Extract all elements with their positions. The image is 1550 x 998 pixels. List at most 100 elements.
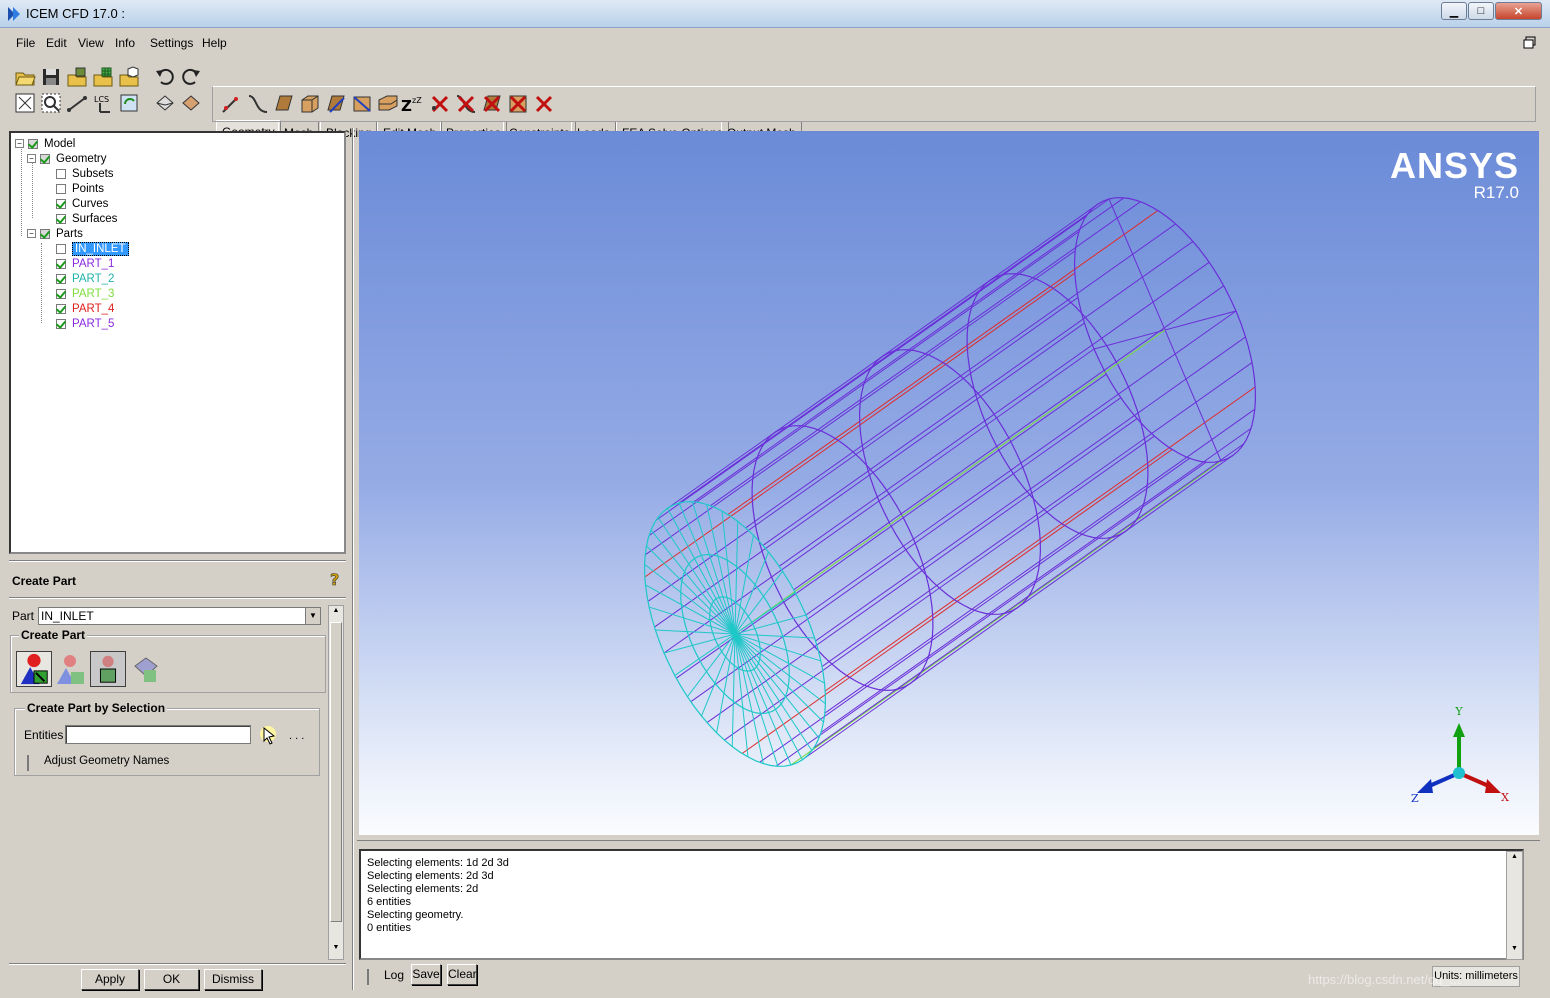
part-checkbox[interactable] [56, 243, 66, 254]
tree-item-part[interactable]: IN_INLET [56, 241, 129, 256]
create-part-by-selection-icon[interactable] [16, 651, 52, 687]
scroll-up-icon[interactable]: ▲ [330, 607, 342, 619]
geometry-checkbox[interactable] [40, 153, 50, 164]
tree-item-part[interactable]: PART_3 [56, 286, 114, 301]
collapse-icon[interactable]: − [27, 229, 36, 238]
collapse-icon[interactable]: − [15, 139, 24, 148]
create-midsurface-icon[interactable] [376, 92, 400, 116]
tree-item-part[interactable]: PART_1 [56, 256, 114, 271]
tree-item-parts[interactable]: − Parts [27, 226, 83, 241]
points-checkbox[interactable] [56, 183, 66, 194]
tree-item-geometry[interactable]: − Geometry [27, 151, 107, 166]
maximize-button[interactable]: □ [1468, 2, 1494, 20]
axis-y-label: Y [1454, 705, 1463, 718]
open-mesh-icon[interactable] [92, 66, 114, 88]
console-scrollbar[interactable]: ▲ ▼ [1506, 851, 1523, 960]
part-checkbox[interactable] [56, 303, 66, 314]
open-blocking-icon[interactable] [118, 66, 140, 88]
restore-dormant-icon[interactable]: ZzZ [400, 92, 424, 116]
create-point-icon[interactable] [220, 92, 244, 116]
clear-log-button[interactable]: Clear [447, 964, 477, 985]
menu-info[interactable]: Info [115, 36, 135, 50]
tree-item-part[interactable]: PART_4 [56, 301, 114, 316]
inlet-spoke [721, 510, 736, 635]
tree-label: Points [72, 182, 104, 195]
open-geometry-icon[interactable] [66, 66, 88, 88]
log-checkbox[interactable] [367, 969, 369, 985]
display-shaded-icon[interactable] [154, 92, 176, 114]
repair-refresh-icon[interactable] [118, 92, 140, 114]
delete-point-icon[interactable] [428, 92, 452, 116]
subsets-checkbox[interactable] [56, 168, 66, 179]
menu-file[interactable]: File [16, 36, 35, 50]
graphics-viewport[interactable]: ANSYS R17.0 Y X Z [359, 131, 1539, 835]
display-solid-icon[interactable] [180, 92, 202, 114]
minimize-button[interactable]: ▁ [1441, 2, 1467, 20]
model-tree: − Model − Geometry Subsets Points Curves S… [9, 131, 346, 554]
console-line: Selecting elements: 2d [367, 883, 479, 895]
tree-item-surfaces[interactable]: Surfaces [56, 211, 117, 226]
undo-icon[interactable] [154, 66, 176, 88]
part-checkbox[interactable] [56, 273, 66, 284]
create-part-by-entity-icon[interactable] [90, 651, 126, 687]
save-log-button[interactable]: Save [411, 964, 441, 985]
dismiss-button[interactable]: Dismiss [204, 969, 262, 990]
part-checkbox[interactable] [56, 258, 66, 269]
save-icon[interactable] [40, 66, 62, 88]
apply-button[interactable]: Apply [81, 969, 139, 990]
scroll-down-icon[interactable]: ▼ [1508, 945, 1521, 958]
fit-window-icon[interactable] [14, 92, 36, 114]
geometry-transform-icon[interactable] [350, 92, 374, 116]
menu-help[interactable]: Help [202, 36, 227, 50]
z-axis-arrow [1417, 779, 1433, 793]
tree-item-part[interactable]: PART_2 [56, 271, 114, 286]
tree-item-points[interactable]: Points [56, 181, 104, 196]
create-curve-icon[interactable] [246, 92, 270, 116]
menu-view[interactable]: View [78, 36, 104, 50]
tree-item-model[interactable]: − Model [15, 136, 75, 151]
create-part-by-element-icon[interactable] [54, 652, 88, 686]
select-cursor-icon[interactable] [258, 724, 280, 746]
create-part-panel: Create Part ? Part IN_INLET ▼ ▲ ▼ Create… [9, 560, 346, 965]
local-coordinate-icon[interactable]: LCS [92, 92, 114, 114]
adjust-names-checkbox[interactable] [27, 755, 29, 771]
delete-curve-icon[interactable] [454, 92, 478, 116]
help-icon[interactable]: ? [327, 570, 343, 590]
delete-body-icon[interactable] [506, 92, 530, 116]
menu-settings[interactable]: Settings [150, 36, 193, 50]
create-body-icon[interactable] [298, 92, 322, 116]
delete-any-entity-icon[interactable] [532, 92, 556, 116]
panel-scrollbar[interactable]: ▲ ▼ [328, 605, 344, 960]
scroll-thumb[interactable] [330, 622, 342, 922]
part-checkbox[interactable] [56, 318, 66, 329]
repair-geometry-icon[interactable] [324, 92, 348, 116]
tree-item-subsets[interactable]: Subsets [56, 166, 114, 181]
redo-icon[interactable] [180, 66, 202, 88]
delete-surface-icon[interactable] [480, 92, 504, 116]
create-surface-icon[interactable] [272, 92, 296, 116]
close-button[interactable]: ✕ [1495, 2, 1542, 20]
model-checkbox[interactable] [28, 138, 38, 149]
tree-item-curves[interactable]: Curves [56, 196, 108, 211]
scroll-up-icon[interactable]: ▲ [1508, 853, 1521, 866]
open-folder-icon[interactable] [14, 66, 36, 88]
measure-distance-icon[interactable] [66, 92, 88, 114]
ok-button[interactable]: OK [144, 969, 199, 990]
entities-input[interactable] [65, 725, 251, 744]
panel-splitter[interactable] [352, 128, 354, 990]
zoom-box-icon[interactable] [40, 92, 62, 114]
restore-icon[interactable] [1523, 36, 1536, 49]
chevron-down-icon[interactable]: ▼ [305, 608, 320, 624]
surfaces-checkbox[interactable] [56, 213, 66, 224]
menu-edit[interactable]: Edit [46, 36, 67, 50]
create-part-by-patch-icon[interactable] [129, 652, 163, 686]
parts-checkbox[interactable] [40, 228, 50, 239]
curves-checkbox[interactable] [56, 198, 66, 209]
scroll-down-icon[interactable]: ▼ [330, 944, 342, 956]
part-checkbox[interactable] [56, 288, 66, 299]
part-dropdown[interactable]: IN_INLET ▼ [38, 607, 321, 625]
collapse-icon[interactable]: − [27, 154, 36, 163]
more-options-button[interactable]: . . . [289, 730, 304, 742]
tree-item-part[interactable]: PART_5 [56, 316, 114, 331]
console-splitter[interactable] [357, 840, 1540, 844]
